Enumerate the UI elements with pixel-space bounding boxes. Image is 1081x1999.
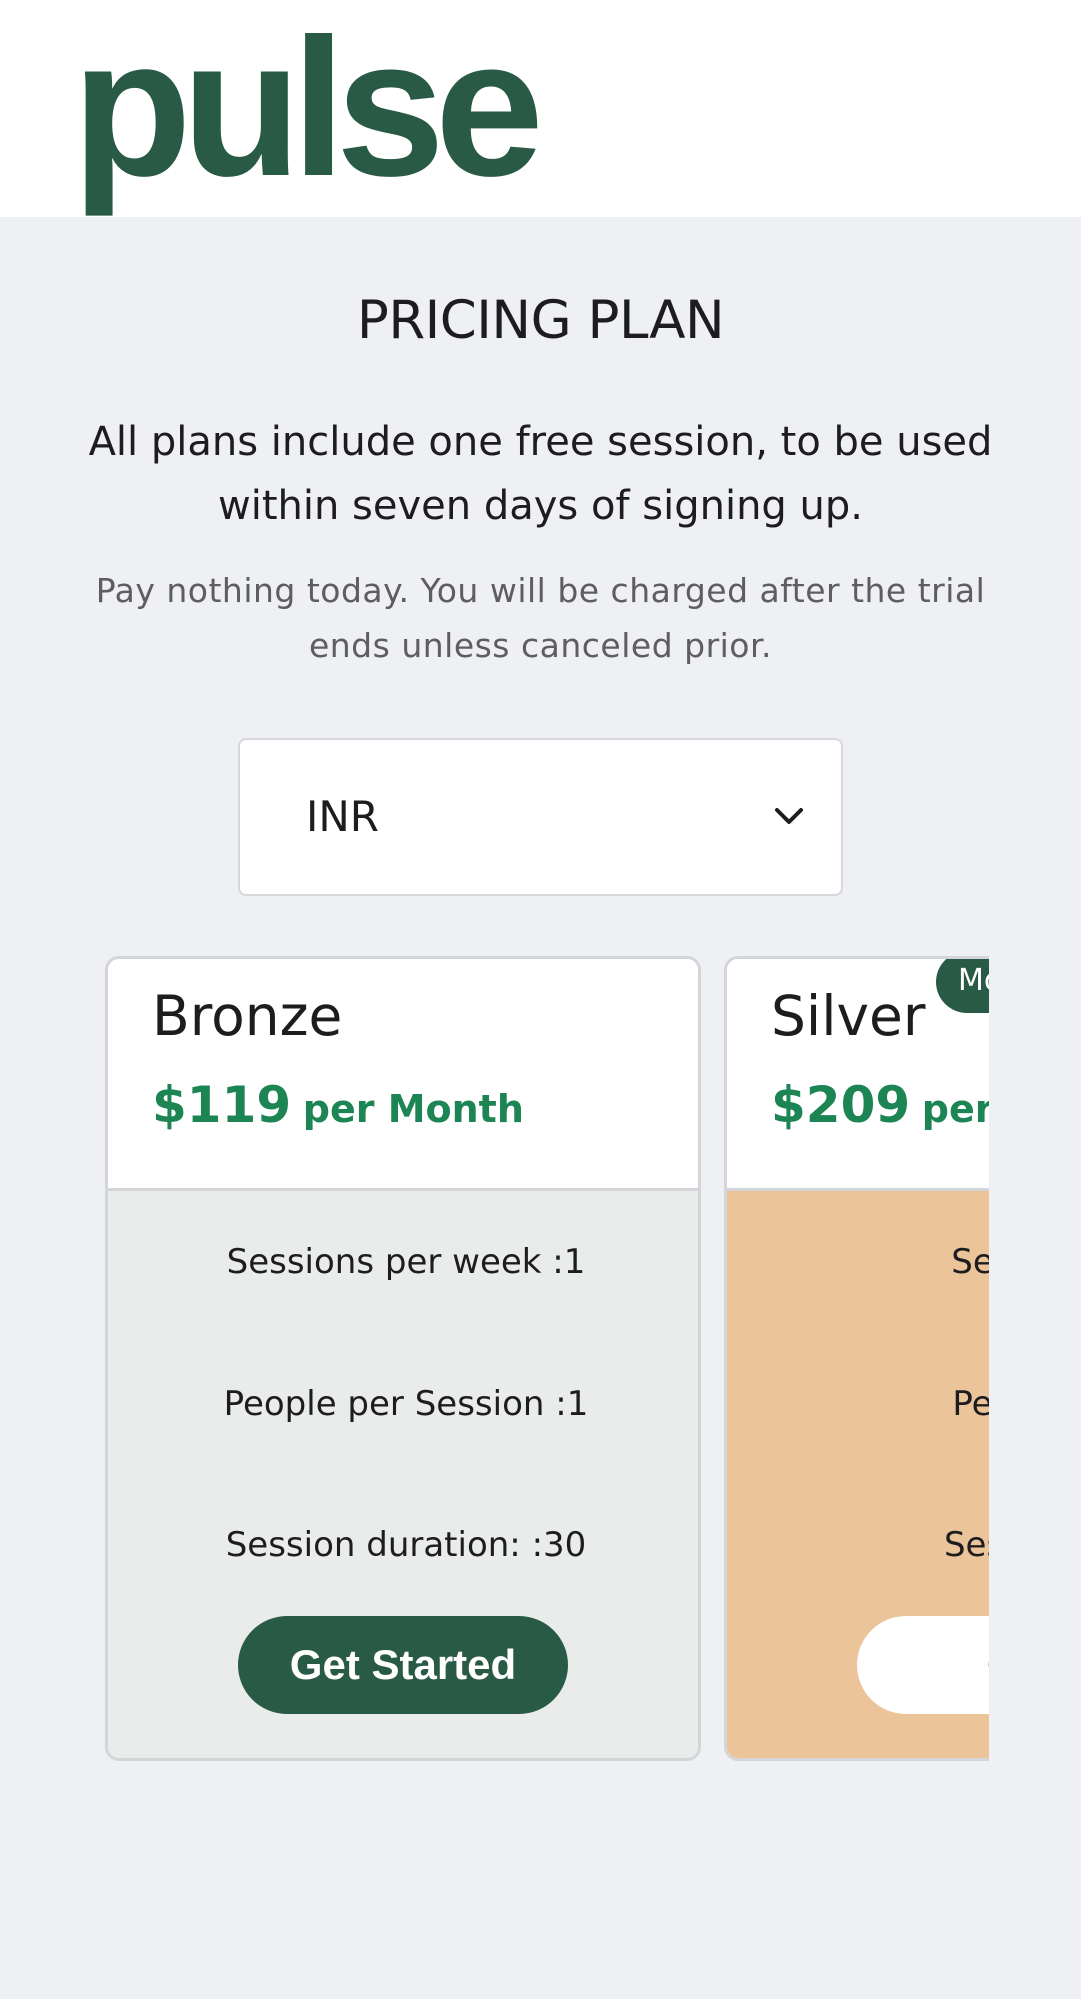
plan-price: $119 per Month	[152, 1076, 524, 1134]
plan-feature: Session duration: :30	[225, 1525, 587, 1565]
plan-card-body: Sessions per week :1 People per Session …	[108, 1191, 698, 1758]
plan-name: Silver	[771, 984, 926, 1048]
plan-name: Bronze	[152, 984, 343, 1048]
plan-price-period: per M	[921, 1087, 989, 1131]
plan-feature: Sessions per week :1	[226, 1242, 586, 1282]
plan-price-period: per Month	[302, 1087, 524, 1131]
get-started-button[interactable]: Get Started	[238, 1616, 568, 1714]
trial-note: Pay nothing today. You will be charged a…	[95, 571, 986, 665]
pricing-subtitle: All plans include one free session, to b…	[88, 419, 993, 529]
plans-carousel[interactable]: Bronze $119 per Month Sessions per week …	[105, 956, 989, 1765]
plan-price-amount: $119	[152, 1076, 292, 1134]
get-started-button[interactable]: Get	[857, 1616, 989, 1714]
plan-feature: Sessions	[951, 1242, 989, 1282]
plan-price-amount: $209	[771, 1076, 911, 1134]
plan-card-silver: Silver $209 per M Mo Sessions People p S…	[724, 956, 989, 1761]
plan-card-header: Bronze $119 per Month	[108, 959, 698, 1191]
currency-select[interactable]: INR	[238, 738, 843, 896]
plan-card-bronze: Bronze $119 per Month Sessions per week …	[105, 956, 701, 1761]
plan-feature: Session d	[943, 1525, 989, 1565]
chevron-down-icon	[775, 808, 803, 824]
site-header: pulse	[0, 0, 1081, 217]
plan-feature: People per Session :1	[223, 1384, 589, 1424]
plan-feature: People p	[952, 1384, 989, 1424]
pulse-logo[interactable]: pulse	[72, 10, 544, 206]
currency-select-value: INR	[306, 792, 379, 841]
plan-card-body: Sessions People p Session d Get	[727, 1191, 989, 1758]
plan-price: $209 per M	[771, 1076, 989, 1134]
page-title: PRICING PLAN	[356, 290, 725, 351]
